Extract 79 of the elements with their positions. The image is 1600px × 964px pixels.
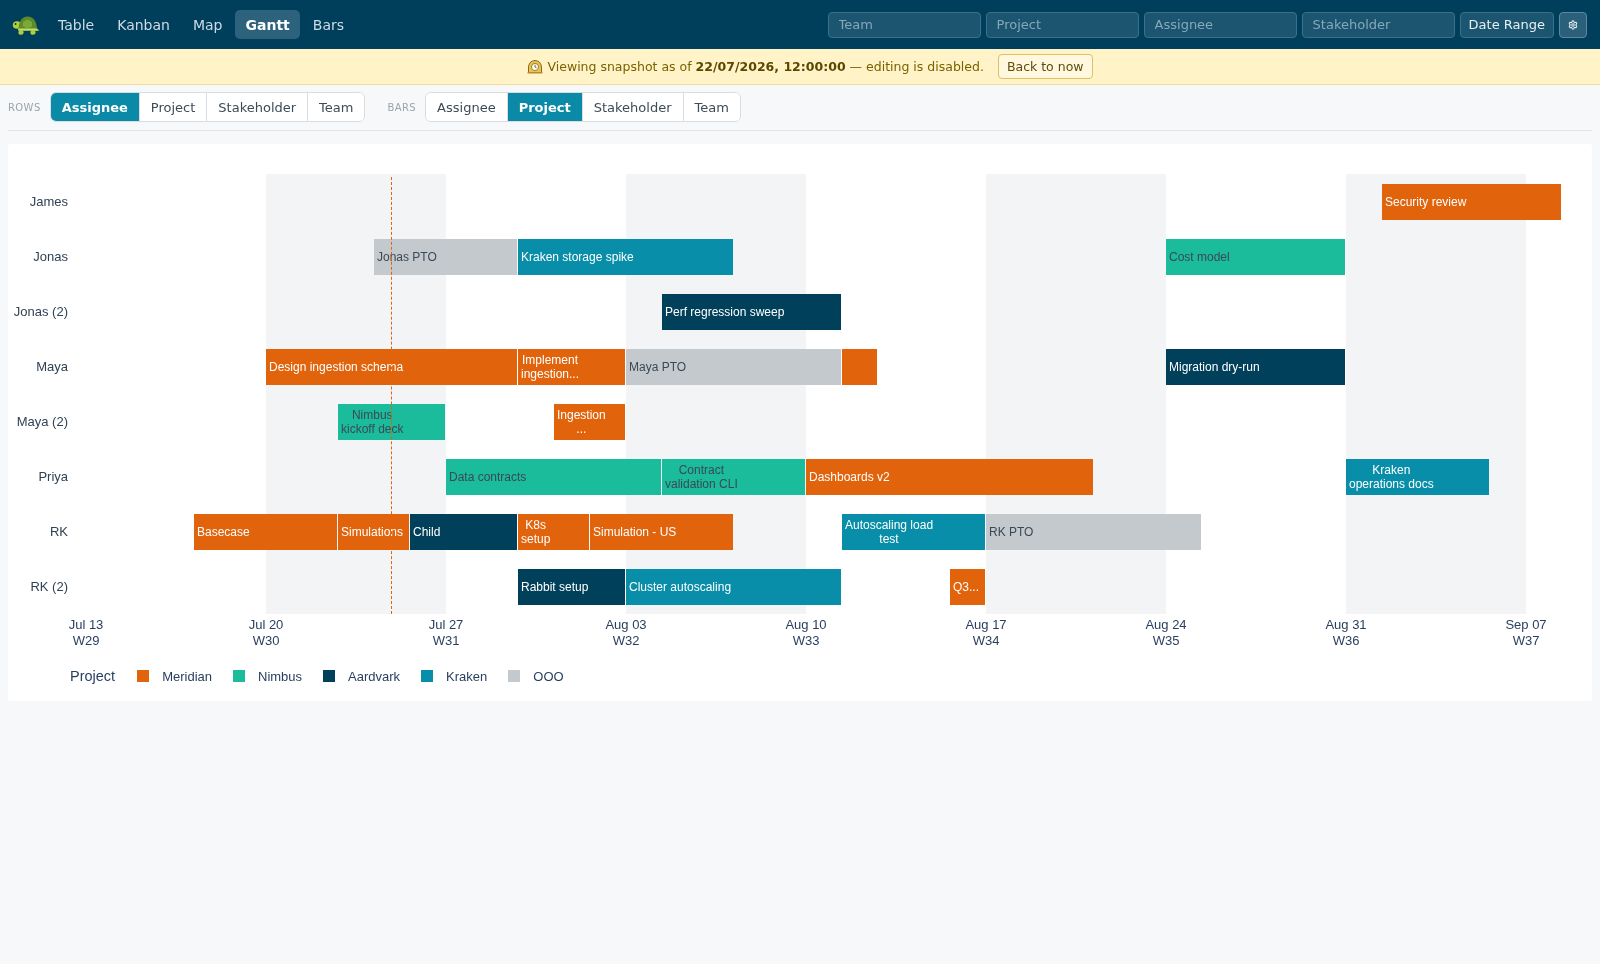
- gantt-bar[interactable]: Kraken storage spike: [518, 238, 733, 275]
- gantt-bar[interactable]: Data contracts: [446, 458, 661, 495]
- legend-label: Aardvark: [348, 668, 401, 684]
- axis-week-label: W31: [432, 633, 460, 649]
- gantt-bar[interactable]: Cost model: [1166, 238, 1345, 275]
- settings-icon: [1568, 19, 1578, 30]
- gantt-bar[interactable]: Contract validation CLI: [662, 458, 805, 495]
- gantt-bar[interactable]: K8s setup: [518, 513, 589, 550]
- nav-tab[interactable]: Bars: [302, 10, 354, 39]
- axis-date-label: Jul 13: [68, 617, 104, 633]
- group-label: BARS: [387, 101, 417, 113]
- axis-week-label: W35: [1152, 633, 1180, 649]
- back-to-now-button[interactable]: Back to now: [997, 54, 1093, 79]
- legend-label: Nimbus: [258, 668, 303, 684]
- row-label: Jonas: [33, 249, 68, 264]
- row-label: Maya (2): [16, 414, 68, 429]
- gantt-bar[interactable]: Perf regression sweep: [662, 293, 841, 330]
- settings-button[interactable]: [1559, 11, 1587, 38]
- nav-tab[interactable]: Map: [182, 10, 233, 39]
- axis-date-label: Aug 24: [1145, 617, 1187, 633]
- filter-field[interactable]: Project: [985, 11, 1139, 38]
- row-label: Jonas (2): [13, 304, 68, 319]
- snapshot-message: Viewing snapshot as of 22/07/2026, 12:00:00 — editing is disabled.: [547, 59, 984, 74]
- gantt-bar[interactable]: Cluster autoscaling: [626, 568, 841, 605]
- row-label: RK: [49, 524, 68, 539]
- axis-date-label: Jul 27: [428, 617, 464, 633]
- filter-field[interactable]: Stakeholder: [1301, 11, 1455, 38]
- gantt-bar[interactable]: Autoscaling load test: [842, 513, 985, 550]
- gantt-bar[interactable]: Nimbus kickoff deck: [338, 403, 445, 440]
- gantt-bar[interactable]: Migration dry-run: [1166, 348, 1345, 385]
- axis-week-label: W30: [252, 633, 280, 649]
- segment-toggle[interactable]: Assignee: [50, 93, 139, 121]
- gantt-bar[interactable]: Security review: [1382, 183, 1561, 220]
- gantt-bar[interactable]: Simulations: [338, 513, 409, 550]
- date-range-button[interactable]: Date Range: [1459, 11, 1554, 38]
- gantt-bar[interactable]: Ingestion ...: [554, 403, 625, 440]
- gantt-bar[interactable]: RK PTO: [986, 513, 1201, 550]
- nav-tab[interactable]: Table: [48, 10, 105, 39]
- legend-title: Project: [70, 668, 116, 684]
- segment-toggle[interactable]: Team: [307, 93, 365, 121]
- gantt-bar[interactable]: Implement ingestion...: [518, 348, 625, 385]
- axis-date-label: Jul 20: [248, 617, 284, 633]
- filter-field[interactable]: Assignee: [1143, 11, 1297, 38]
- axis-date-label: Aug 03: [605, 617, 647, 633]
- gantt-bar[interactable]: Jonas PTO: [374, 238, 517, 275]
- gantt-bar[interactable]: Simulation - US: [590, 513, 733, 550]
- axis-week-label: W36: [1332, 633, 1360, 649]
- nav-tab[interactable]: Kanban: [107, 10, 180, 39]
- row-label: RK (2): [30, 579, 68, 594]
- gantt-bar[interactable]: [842, 348, 877, 385]
- clock-icon: [527, 59, 544, 74]
- axis-date-label: Sep 07: [1505, 617, 1547, 633]
- axis-week-label: W29: [72, 633, 100, 649]
- group-label: ROWS: [8, 101, 41, 113]
- gantt-bar[interactable]: Child: [410, 513, 517, 550]
- axis-date-label: Aug 17: [965, 617, 1007, 633]
- axis-date-label: Aug 31: [1325, 617, 1367, 633]
- segment-toggle[interactable]: Project: [506, 93, 582, 121]
- gantt-bar[interactable]: Design ingestion schema: [266, 348, 517, 385]
- segment-toggle[interactable]: Team: [682, 93, 740, 121]
- nav-tab[interactable]: Gantt: [235, 10, 300, 39]
- gantt-bar[interactable]: Q3...: [950, 568, 985, 605]
- row-label: James: [29, 194, 68, 209]
- axis-week-label: W33: [792, 633, 820, 649]
- gantt-bar[interactable]: Kraken operations docs: [1346, 458, 1489, 495]
- gantt-bar[interactable]: Dashboards v2: [806, 458, 1093, 495]
- axis-week-label: W32: [612, 633, 640, 649]
- gantt-bar[interactable]: Rabbit setup: [518, 568, 625, 605]
- axis-week-label: W34: [972, 633, 1000, 649]
- legend-label: Kraken: [446, 668, 488, 684]
- axis-date-label: Aug 10: [785, 617, 827, 633]
- axis-week-label: W37: [1512, 633, 1540, 649]
- legend-label: OOO: [533, 668, 564, 684]
- gantt-bar[interactable]: Maya PTO: [626, 348, 841, 385]
- filter-field[interactable]: Team: [827, 11, 981, 38]
- gantt-bar[interactable]: Basecase: [194, 513, 337, 550]
- row-label: Maya: [36, 359, 68, 374]
- legend-label: Meridian: [162, 668, 212, 684]
- row-label: Priya: [38, 469, 68, 484]
